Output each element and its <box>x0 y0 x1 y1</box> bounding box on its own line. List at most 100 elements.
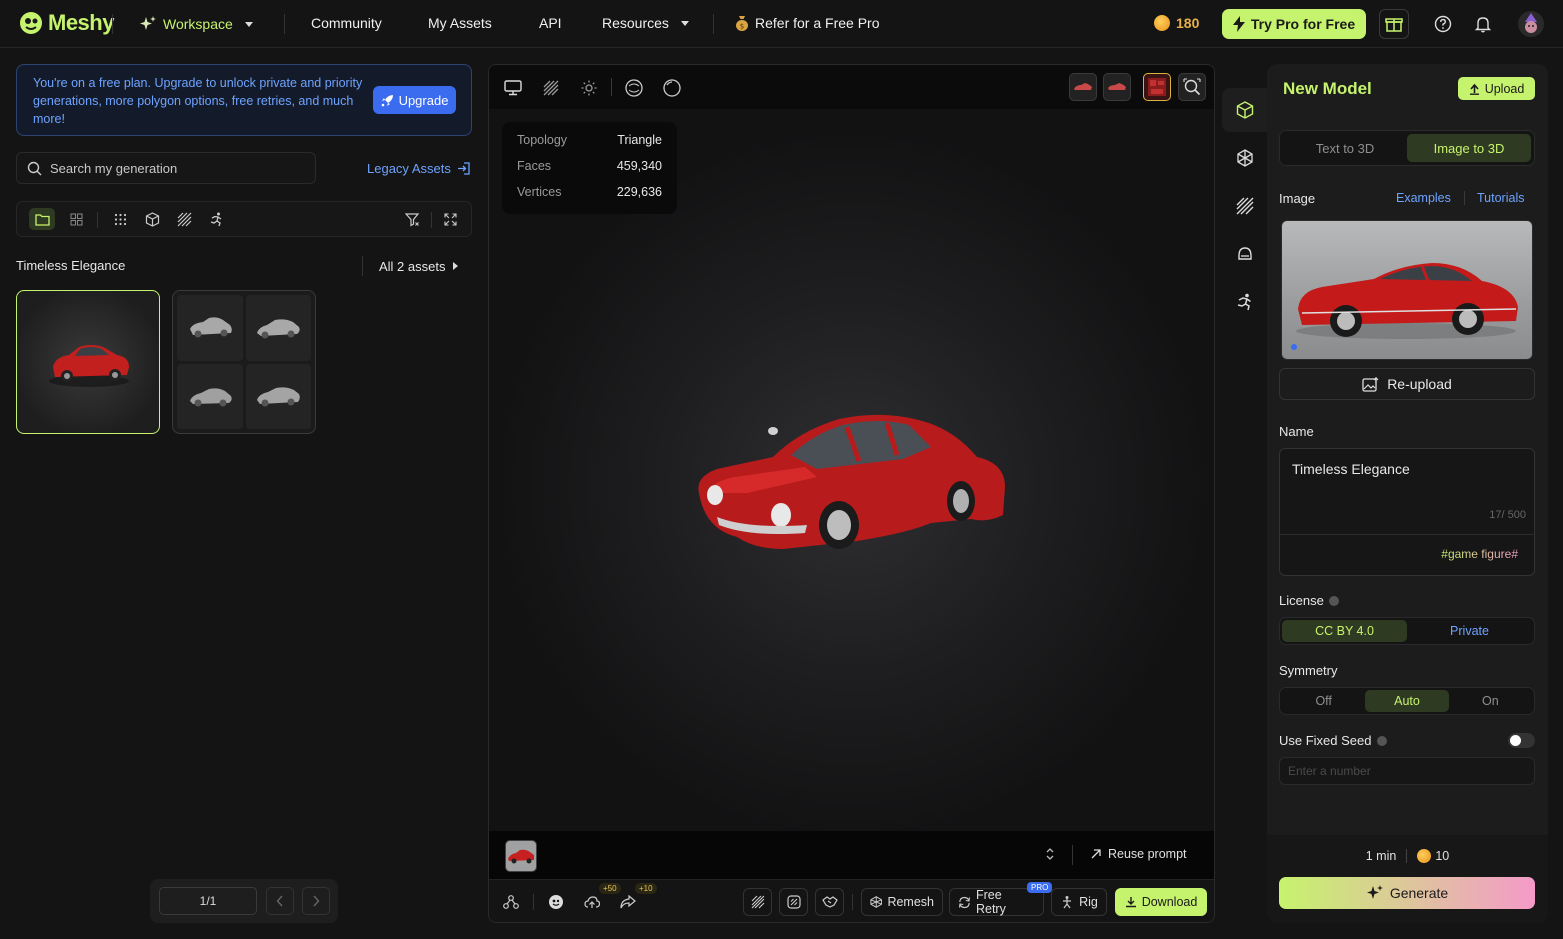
link-divider <box>1464 191 1465 205</box>
meshy-logo[interactable]: Meshy <box>18 10 114 36</box>
user-avatar[interactable] <box>1516 9 1546 39</box>
legacy-assets-link[interactable]: Legacy Assets <box>367 161 470 176</box>
uv-texture-map-icon <box>1148 78 1166 96</box>
source-image-thumbnail[interactable] <box>505 840 537 872</box>
page-indicator[interactable]: 1/1 <box>159 887 257 915</box>
tutorials-link[interactable]: Tutorials <box>1477 191 1524 205</box>
filter-all-button[interactable] <box>107 208 133 230</box>
untextured-variant-4[interactable] <box>245 363 311 429</box>
environment-button[interactable] <box>622 76 646 100</box>
stat-faces: Faces 459,340 <box>517 159 662 185</box>
display-mode-button[interactable] <box>501 76 525 100</box>
texture-action-button[interactable] <box>743 888 772 916</box>
search-input[interactable] <box>50 160 290 176</box>
help-button[interactable] <box>1428 9 1458 39</box>
nav-api[interactable]: API <box>539 15 562 31</box>
rocket-icon <box>381 94 393 106</box>
next-page-button[interactable] <box>302 887 330 915</box>
mode-model[interactable] <box>1222 88 1268 132</box>
stat-value: Triangle <box>617 133 662 147</box>
variant-thumbnail-3[interactable] <box>1143 73 1171 101</box>
filter-texture-button[interactable] <box>171 208 197 230</box>
bell-icon <box>1474 17 1492 33</box>
filter-model-button[interactable] <box>139 208 165 230</box>
previous-page-button[interactable] <box>266 887 294 915</box>
inspect-button[interactable] <box>1178 73 1206 101</box>
remesh-button[interactable]: Remesh <box>861 888 943 916</box>
try-pro-button[interactable]: Try Pro for Free <box>1222 9 1366 39</box>
symmetry-auto[interactable]: Auto <box>1365 690 1449 712</box>
model-name-value[interactable]: Timeless Elegance <box>1292 461 1410 477</box>
symmetry-on[interactable]: On <box>1449 690 1532 712</box>
workspace-menu[interactable]: Workspace <box>139 15 253 33</box>
filter-animation-button[interactable] <box>203 208 229 230</box>
expand-collapse-button[interactable] <box>1045 847 1055 861</box>
untextured-variant-3[interactable] <box>177 363 243 429</box>
material-button[interactable] <box>660 76 684 100</box>
generation-type-tabs: Text to 3D Image to 3D <box>1279 130 1535 166</box>
rig-button[interactable]: Rig <box>1051 888 1107 916</box>
folder-view-button[interactable] <box>29 208 55 230</box>
nav-my-assets[interactable]: My Assets <box>428 15 492 31</box>
symmetry-label: Symmetry <box>1279 663 1338 678</box>
untextured-variant-1[interactable] <box>177 295 243 361</box>
rig-label: Rig <box>1079 895 1098 909</box>
grid-view-button[interactable] <box>63 208 89 230</box>
nav-community[interactable]: Community <box>311 15 382 31</box>
prompt-tag[interactable]: #game figure# <box>1441 547 1518 561</box>
upload-button[interactable]: Upload <box>1458 77 1535 100</box>
prompt-bar: Reuse prompt <box>489 831 1214 879</box>
tab-text-to-3d[interactable]: Text to 3D <box>1283 134 1407 162</box>
nav-divider <box>112 14 113 34</box>
model-name-field[interactable]: Timeless Elegance 17/ 500 #game figure# <box>1279 448 1535 576</box>
untextured-variant-2[interactable] <box>245 295 311 361</box>
hierarchy-button[interactable] <box>497 888 525 916</box>
chevron-left-icon <box>276 895 283 907</box>
mode-stylize[interactable] <box>1222 232 1268 276</box>
info-icon[interactable] <box>1376 735 1387 746</box>
asset-card-untextured[interactable] <box>172 290 316 434</box>
mode-animate[interactable] <box>1222 280 1268 324</box>
variant-thumbnail-2[interactable] <box>1103 73 1131 101</box>
gift-button[interactable] <box>1379 9 1409 39</box>
stylize-button[interactable] <box>779 888 808 916</box>
all-assets-link[interactable]: All 2 assets <box>362 256 459 276</box>
download-button[interactable]: Download <box>1115 888 1207 916</box>
filter-settings-button[interactable] <box>399 208 425 230</box>
model-canvas[interactable] <box>489 109 1214 831</box>
svg-text:$: $ <box>740 23 744 31</box>
seed-input[interactable] <box>1279 757 1535 785</box>
asset-card-textured[interactable] <box>16 290 160 434</box>
fixed-seed-label-text: Use Fixed Seed <box>1279 733 1372 748</box>
expand-button[interactable] <box>437 208 463 230</box>
animate-button[interactable] <box>815 888 844 916</box>
fixed-seed-toggle[interactable] <box>1508 733 1535 748</box>
license-private[interactable]: Private <box>1407 620 1532 642</box>
download-icon <box>1125 897 1136 908</box>
info-icon[interactable] <box>1328 595 1339 606</box>
notifications-button[interactable] <box>1468 9 1498 39</box>
lighting-button[interactable] <box>577 76 601 100</box>
texture-toggle-button[interactable] <box>539 76 563 100</box>
variant-thumbnail-1[interactable] <box>1069 73 1097 101</box>
stat-topology: Topology Triangle <box>517 133 662 159</box>
community-share-button[interactable] <box>542 888 570 916</box>
symmetry-off[interactable]: Off <box>1282 690 1365 712</box>
license-cc-by[interactable]: CC BY 4.0 <box>1282 620 1407 642</box>
generate-button[interactable]: Generate <box>1279 877 1535 909</box>
mode-texture[interactable] <box>1222 184 1268 228</box>
sun-icon <box>581 80 597 96</box>
credit-balance[interactable]: 180 <box>1154 15 1199 31</box>
mode-remesh[interactable] <box>1222 136 1268 180</box>
reupload-button[interactable]: Re-upload <box>1279 368 1535 400</box>
tab-image-to-3d[interactable]: Image to 3D <box>1407 134 1531 162</box>
nav-refer[interactable]: $ Refer for a Free Pro <box>735 15 880 31</box>
examples-link[interactable]: Examples <box>1396 191 1451 205</box>
nav-resources[interactable]: Resources <box>602 15 689 31</box>
search-generation-box[interactable] <box>16 152 316 184</box>
reuse-prompt-button[interactable]: Reuse prompt <box>1091 847 1187 861</box>
avatar-icon <box>1518 11 1544 37</box>
helmet-icon <box>1238 247 1252 260</box>
red-car-photo <box>508 849 534 864</box>
upgrade-button[interactable]: Upgrade <box>373 86 456 114</box>
